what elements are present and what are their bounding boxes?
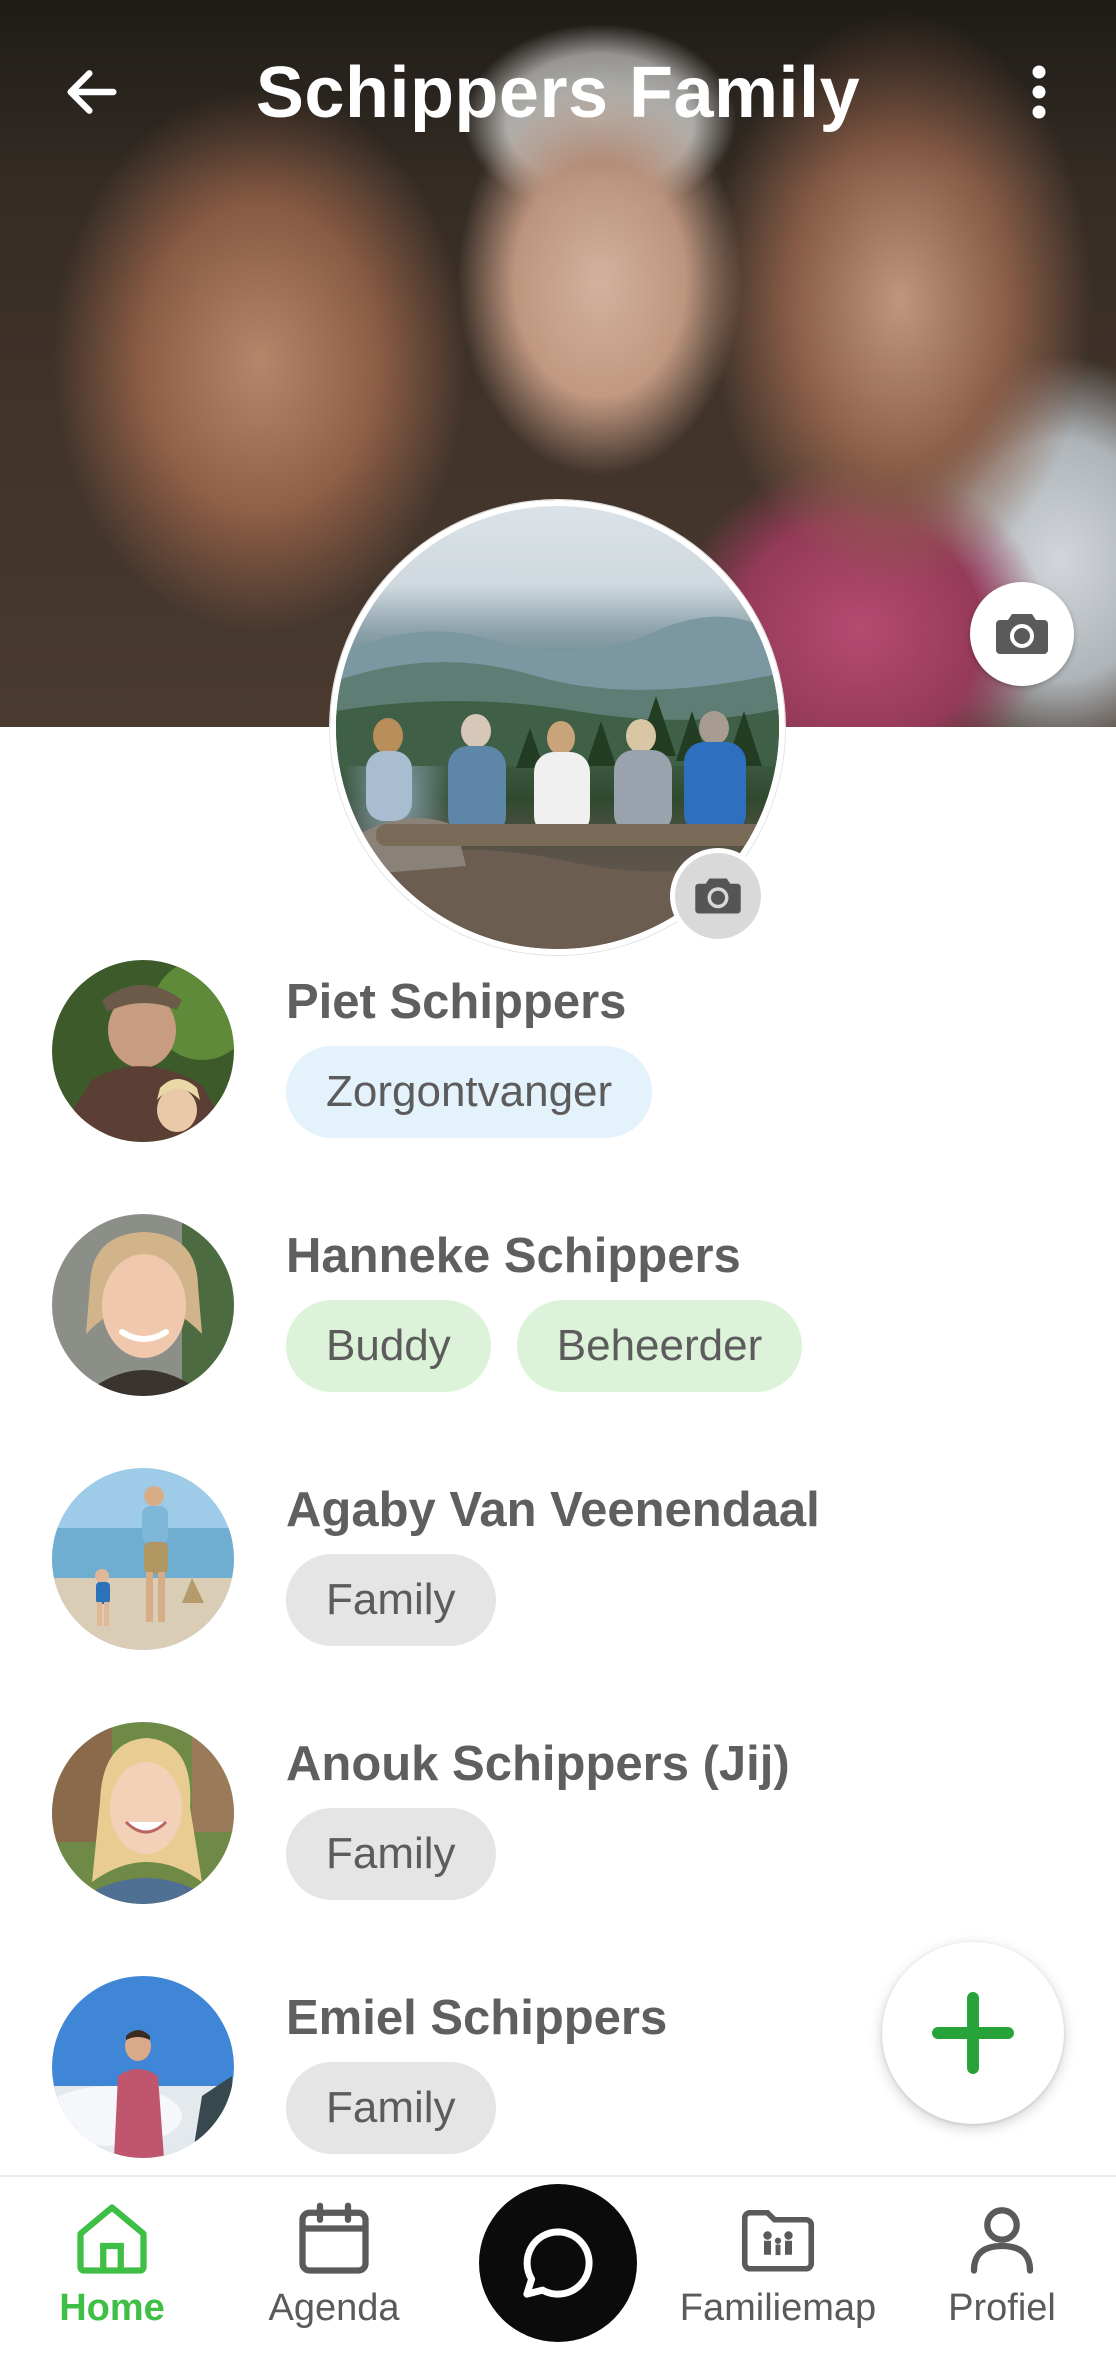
role-badge: Zorgontvanger bbox=[286, 1046, 653, 1138]
avatar bbox=[52, 1722, 234, 1904]
chat-button[interactable] bbox=[479, 2184, 637, 2342]
role-badge: Family bbox=[286, 1808, 496, 1900]
chat-bubble-icon bbox=[523, 2228, 593, 2298]
member-tags: Zorgontvanger bbox=[286, 1046, 653, 1138]
member-tags: Family bbox=[286, 2062, 496, 2154]
plus-icon bbox=[932, 1992, 1014, 2074]
nav-item-familiemap[interactable]: Familiemap bbox=[678, 2197, 878, 2347]
member-tags: Family bbox=[286, 1808, 496, 1900]
home-icon bbox=[77, 2204, 147, 2274]
calendar-icon bbox=[299, 2202, 369, 2274]
avatar bbox=[52, 1976, 234, 2158]
add-member-button[interactable] bbox=[882, 1942, 1064, 2124]
change-group-photo-button[interactable] bbox=[670, 848, 766, 944]
more-options-button[interactable] bbox=[1004, 52, 1074, 132]
role-badge: Family bbox=[286, 1554, 496, 1646]
change-cover-button[interactable] bbox=[970, 582, 1074, 686]
avatar bbox=[52, 1468, 234, 1650]
role-badge: Buddy bbox=[286, 1300, 491, 1392]
member-tags: Family bbox=[286, 1554, 496, 1646]
member-item[interactable]: Agaby Van Veenendaal Family bbox=[0, 1458, 1116, 1712]
camera-icon bbox=[996, 614, 1048, 654]
page-title: Schippers Family bbox=[255, 53, 861, 133]
avatar bbox=[52, 960, 234, 1142]
member-tags: Buddy Beheerder bbox=[286, 1300, 803, 1392]
user-icon bbox=[970, 2207, 1034, 2274]
member-item[interactable]: Anouk Schippers (Jij) Family bbox=[0, 1712, 1116, 1966]
member-name: Anouk Schippers (Jij) bbox=[286, 1737, 790, 1791]
member-name: Emiel Schippers bbox=[286, 1991, 668, 2045]
nav-item-profiel[interactable]: Profiel bbox=[902, 2197, 1102, 2347]
more-vertical-icon bbox=[1032, 65, 1046, 119]
member-item[interactable]: Piet Schippers Zorgontvanger bbox=[0, 950, 1116, 1204]
role-badge: Family bbox=[286, 2062, 496, 2154]
member-name: Piet Schippers bbox=[286, 975, 627, 1029]
camera-icon bbox=[695, 878, 741, 914]
role-badge: Beheerder bbox=[516, 1300, 803, 1392]
member-name: Hanneke Schippers bbox=[286, 1229, 741, 1283]
nav-label: Home bbox=[59, 2287, 165, 2329]
nav-label: Agenda bbox=[268, 2287, 400, 2329]
member-name: Agaby Van Veenendaal bbox=[286, 1483, 820, 1537]
nav-item-home[interactable]: Home bbox=[12, 2197, 212, 2347]
top-bar: Schippers Family bbox=[0, 0, 1116, 190]
nav-item-agenda[interactable]: Agenda bbox=[234, 2197, 434, 2347]
family-folder-icon bbox=[741, 2209, 815, 2272]
avatar bbox=[52, 1214, 234, 1396]
nav-label: Familiemap bbox=[679, 2287, 877, 2329]
nav-label: Profiel bbox=[948, 2287, 1056, 2329]
member-item[interactable]: Hanneke Schippers Buddy Beheerder bbox=[0, 1204, 1116, 1458]
